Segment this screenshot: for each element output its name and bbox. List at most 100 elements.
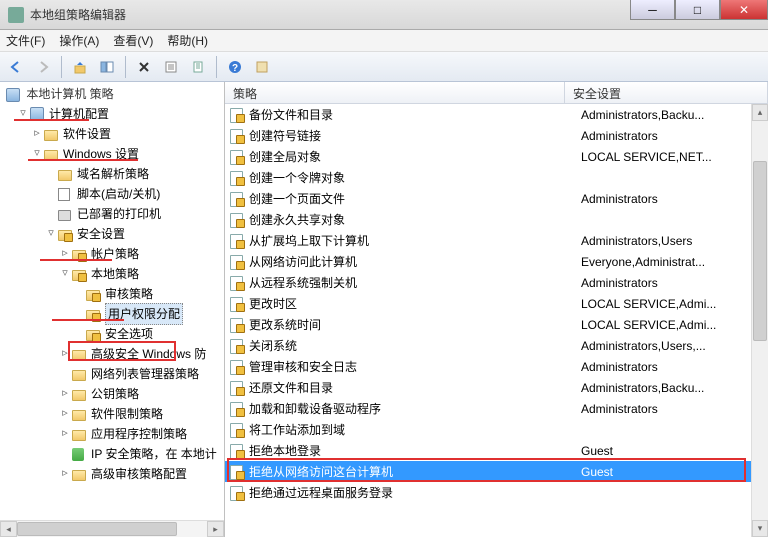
policy-item-icon bbox=[229, 192, 245, 206]
policy-item-icon bbox=[229, 129, 245, 143]
tree-twisty[interactable]: ▹ bbox=[58, 407, 72, 421]
minimize-button[interactable]: ─ bbox=[630, 0, 675, 20]
menubar: 文件(F) 操作(A) 查看(V) 帮助(H) bbox=[0, 30, 768, 52]
policy-row[interactable]: 拒绝从网络访问这台计算机Guest bbox=[225, 461, 768, 482]
tree-audit-policy[interactable]: 审核策略 bbox=[2, 284, 224, 304]
tree-twisty[interactable]: ▹ bbox=[58, 347, 72, 361]
tree-computer-config[interactable]: ▿ 计算机配置 bbox=[2, 104, 224, 124]
policy-setting: Administrators bbox=[581, 276, 768, 290]
tree-label: 网络列表管理器策略 bbox=[91, 364, 199, 384]
policy-row[interactable]: 更改系统时间LOCAL SERVICE,Admi... bbox=[225, 314, 768, 335]
tree-user-rights[interactable]: 用户权限分配 bbox=[2, 304, 224, 324]
tree-label: 计算机配置 bbox=[49, 104, 109, 124]
show-hide-tree-button[interactable] bbox=[95, 55, 119, 79]
policy-item-icon bbox=[229, 444, 245, 458]
tree-local-policy[interactable]: ▿本地策略 bbox=[2, 264, 224, 284]
tree-twisty[interactable]: ▹ bbox=[58, 247, 72, 261]
policy-row[interactable]: 创建符号链接Administrators bbox=[225, 125, 768, 146]
list-scroll-up[interactable]: ▴ bbox=[752, 104, 768, 121]
tree-adv-firewall[interactable]: ▹高级安全 Windows 防 bbox=[2, 344, 224, 364]
tree-dns-policy[interactable]: 域名解析策略 bbox=[2, 164, 224, 184]
policy-row[interactable]: 从网络访问此计算机Everyone,Administrat... bbox=[225, 251, 768, 272]
policy-item-icon bbox=[229, 402, 245, 416]
tree-label: 高级审核策略配置 bbox=[91, 464, 187, 484]
back-button[interactable] bbox=[4, 55, 28, 79]
policy-row[interactable]: 拒绝本地登录Guest bbox=[225, 440, 768, 461]
policy-item-icon bbox=[229, 150, 245, 164]
tree-twisty[interactable]: ▹ bbox=[58, 387, 72, 401]
policy-row[interactable]: 还原文件和目录Administrators,Backu... bbox=[225, 377, 768, 398]
policy-row[interactable]: 创建一个页面文件Administrators bbox=[225, 188, 768, 209]
tree-scroll-right[interactable]: ▸ bbox=[207, 521, 224, 537]
tree-software-restrict[interactable]: ▹软件限制策略 bbox=[2, 404, 224, 424]
policy-name: 从扩展坞上取下计算机 bbox=[249, 232, 581, 249]
tree-twisty[interactable]: ▿ bbox=[44, 227, 58, 241]
tree-account-policy[interactable]: ▹帐户策略 bbox=[2, 244, 224, 264]
maximize-button[interactable]: □ bbox=[675, 0, 720, 20]
help-button[interactable]: ? bbox=[223, 55, 247, 79]
tree-twisty[interactable]: ▿ bbox=[30, 147, 44, 161]
policy-row[interactable]: 创建一个令牌对象 bbox=[225, 167, 768, 188]
tree-windows-settings[interactable]: ▿Windows 设置 bbox=[2, 144, 224, 164]
policy-name: 创建永久共享对象 bbox=[249, 211, 581, 228]
policy-row[interactable]: 备份文件和目录Administrators,Backu... bbox=[225, 104, 768, 125]
tree-app-control[interactable]: ▹应用程序控制策略 bbox=[2, 424, 224, 444]
tree-twisty[interactable]: ▹ bbox=[30, 127, 44, 141]
menu-view[interactable]: 查看(V) bbox=[113, 32, 153, 49]
folder-lock-icon bbox=[72, 267, 88, 281]
tree-scroll-left[interactable]: ◂ bbox=[0, 521, 17, 537]
refresh-button[interactable] bbox=[250, 55, 274, 79]
tree-label: 用户权限分配 bbox=[105, 303, 183, 325]
policy-row[interactable]: 创建全局对象LOCAL SERVICE,NET... bbox=[225, 146, 768, 167]
menu-help[interactable]: 帮助(H) bbox=[167, 32, 208, 49]
close-button[interactable]: ✕ bbox=[720, 0, 768, 20]
policy-row[interactable]: 创建永久共享对象 bbox=[225, 209, 768, 230]
tree-software-settings[interactable]: ▹ 软件设置 bbox=[2, 124, 224, 144]
folder-icon bbox=[72, 387, 88, 401]
menu-action[interactable]: 操作(A) bbox=[59, 32, 99, 49]
tree-scroll-thumb[interactable] bbox=[17, 522, 177, 536]
policy-name: 创建一个令牌对象 bbox=[249, 169, 581, 186]
policy-row[interactable]: 关闭系统Administrators,Users,... bbox=[225, 335, 768, 356]
tree-twisty[interactable]: ▹ bbox=[58, 427, 72, 441]
policy-setting: Administrators bbox=[581, 192, 768, 206]
properties-button[interactable] bbox=[159, 55, 183, 79]
tree-printers[interactable]: 已部署的打印机 bbox=[2, 204, 224, 224]
policy-item-icon bbox=[229, 486, 245, 500]
tree-scripts[interactable]: 脚本(启动/关机) bbox=[2, 184, 224, 204]
column-policy[interactable]: 策略 bbox=[225, 82, 565, 103]
tree-security-settings[interactable]: ▿安全设置 bbox=[2, 224, 224, 244]
tree-twisty[interactable]: ▿ bbox=[16, 107, 30, 121]
tree-adv-audit[interactable]: ▹ 高级审核策略配置 bbox=[2, 464, 224, 484]
policy-row[interactable]: 将工作站添加到域 bbox=[225, 419, 768, 440]
policy-name: 拒绝本地登录 bbox=[249, 442, 581, 459]
export-button[interactable] bbox=[186, 55, 210, 79]
tree-ipsec[interactable]: IP 安全策略，在 本地计 bbox=[2, 444, 224, 464]
tree-twisty[interactable]: ▹ bbox=[58, 467, 72, 481]
forward-button[interactable] bbox=[31, 55, 55, 79]
policy-row[interactable]: 加载和卸载设备驱动程序Administrators bbox=[225, 398, 768, 419]
policy-item-icon bbox=[229, 465, 245, 479]
tree-twisty[interactable]: ▿ bbox=[58, 267, 72, 281]
tree-security-options[interactable]: 安全选项 bbox=[2, 324, 224, 344]
policy-row[interactable]: 从扩展坞上取下计算机Administrators,Users bbox=[225, 230, 768, 251]
policy-row[interactable]: 更改时区LOCAL SERVICE,Admi... bbox=[225, 293, 768, 314]
folder-icon bbox=[44, 127, 60, 141]
list-scroll-thumb[interactable] bbox=[753, 161, 767, 341]
delete-button[interactable] bbox=[132, 55, 156, 79]
tree-netlist-mgr[interactable]: 网络列表管理器策略 bbox=[2, 364, 224, 384]
tree-label: 审核策略 bbox=[105, 284, 153, 304]
svg-text:?: ? bbox=[232, 63, 238, 74]
list-scroll-down[interactable]: ▾ bbox=[752, 520, 768, 537]
policy-row[interactable]: 从远程系统强制关机Administrators bbox=[225, 272, 768, 293]
tree-root-label[interactable]: 本地计算机 策略 bbox=[0, 82, 224, 102]
column-setting[interactable]: 安全设置 bbox=[565, 82, 768, 103]
tree-label: 软件设置 bbox=[63, 124, 111, 144]
up-button[interactable] bbox=[68, 55, 92, 79]
titlebar: 本地组策略编辑器 ─ □ ✕ bbox=[0, 0, 768, 30]
tree-pubkey-policy[interactable]: ▹公钥策略 bbox=[2, 384, 224, 404]
policy-row[interactable]: 拒绝通过远程桌面服务登录 bbox=[225, 482, 768, 503]
policy-row[interactable]: 管理审核和安全日志Administrators bbox=[225, 356, 768, 377]
menu-file[interactable]: 文件(F) bbox=[6, 32, 45, 49]
policy-item-icon bbox=[229, 276, 245, 290]
